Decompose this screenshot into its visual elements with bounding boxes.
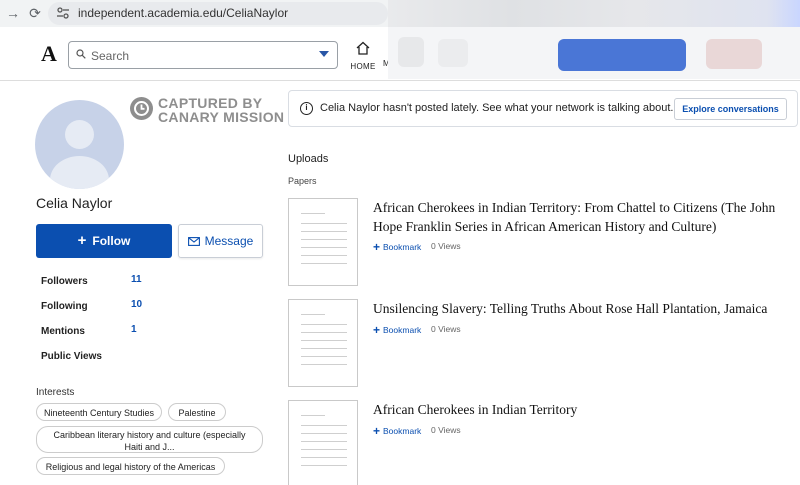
stat-public-views-label: Public Views [41, 351, 102, 362]
stat-following-label[interactable]: Following [41, 301, 88, 312]
blurred-browser-extensions [388, 0, 800, 27]
stat-mentions-value[interactable]: 1 [131, 324, 137, 335]
bookmark-button[interactable]: + Bookmark [373, 323, 421, 337]
stat-followers-label[interactable]: Followers [41, 276, 88, 287]
app-header: A Search HOME M [0, 27, 800, 81]
paper-views: 0 Views [431, 425, 461, 435]
academia-logo[interactable]: A [41, 41, 57, 67]
inactivity-notice: i Celia Naylor hasn't posted lately. See… [288, 90, 798, 127]
paper-thumbnail[interactable] [288, 400, 358, 485]
message-button[interactable]: Message [178, 224, 263, 258]
avatar[interactable] [35, 100, 124, 189]
explore-conversations-button[interactable]: Explore conversations [674, 98, 787, 120]
plus-icon: + [373, 424, 381, 438]
info-icon: i [300, 102, 313, 115]
list-item: African Cherokees in Indian Territory: F… [288, 198, 798, 290]
back-arrow-icon[interactable]: → [4, 4, 22, 22]
interests-heading: Interests [36, 387, 75, 398]
search-placeholder: Search [91, 49, 130, 63]
notice-message: Celia Naylor hasn't posted lately. See w… [320, 102, 674, 114]
plus-icon: + [373, 323, 381, 337]
message-label: Message [204, 234, 254, 248]
interest-chip[interactable]: Religious and legal history of the Ameri… [36, 457, 225, 475]
stat-following-value[interactable]: 10 [131, 299, 142, 310]
paper-views: 0 Views [431, 324, 461, 334]
interest-chip[interactable]: Caribbean literary history and culture (… [36, 426, 263, 453]
stat-followers-value[interactable]: 11 [131, 274, 142, 285]
papers-subheading: Papers [288, 176, 317, 186]
list-item: Unsilencing Slavery: Telling Truths Abou… [288, 299, 798, 391]
paper-title[interactable]: African Cherokees in Indian Territory [373, 400, 793, 419]
profile-name: Celia Naylor [36, 195, 113, 211]
reload-icon[interactable]: ⟳ [26, 4, 44, 22]
url-text: independent.academia.edu/CeliaNaylor [78, 6, 289, 20]
stat-mentions-label[interactable]: Mentions [41, 326, 85, 337]
plus-icon: + [77, 232, 87, 249]
search-input[interactable]: Search [68, 41, 338, 69]
interest-chip[interactable]: Nineteenth Century Studies [36, 403, 162, 421]
nav-home[interactable]: HOME [350, 41, 376, 71]
interest-chip[interactable]: Palestine [168, 403, 226, 421]
envelope-icon [187, 237, 200, 246]
bookmark-button[interactable]: + Bookmark [373, 240, 421, 254]
paper-thumbnail[interactable] [288, 198, 358, 286]
chevron-down-icon[interactable] [319, 51, 329, 57]
address-bar[interactable]: independent.academia.edu/CeliaNaylor [48, 2, 388, 25]
bookmark-label: Bookmark [383, 426, 422, 436]
follow-button[interactable]: + Follow [36, 224, 172, 258]
plus-icon: + [373, 240, 381, 254]
site-settings-icon[interactable] [56, 6, 70, 20]
browser-toolbar: → ⟳ independent.academia.edu/CeliaNaylor [0, 0, 800, 27]
paper-views: 0 Views [431, 241, 461, 251]
canary-clock-icon [130, 97, 153, 120]
bookmark-label: Bookmark [383, 242, 422, 252]
paper-thumbnail[interactable] [288, 299, 358, 387]
home-icon [356, 41, 370, 55]
nav-home-label: HOME [350, 62, 376, 71]
paper-title[interactable]: African Cherokees in Indian Territory: F… [373, 198, 793, 236]
list-item: African Cherokees in Indian Territory + B… [288, 400, 798, 485]
paper-title[interactable]: Unsilencing Slavery: Telling Truths Abou… [373, 299, 793, 318]
search-icon [76, 49, 86, 59]
follow-label: Follow [92, 234, 131, 248]
bookmark-label: Bookmark [383, 325, 422, 335]
bookmark-button[interactable]: + Bookmark [373, 424, 421, 438]
uploads-heading: Uploads [288, 153, 329, 165]
blurred-header-region [388, 27, 800, 79]
watermark-line2: CANARY MISSION [158, 109, 285, 125]
